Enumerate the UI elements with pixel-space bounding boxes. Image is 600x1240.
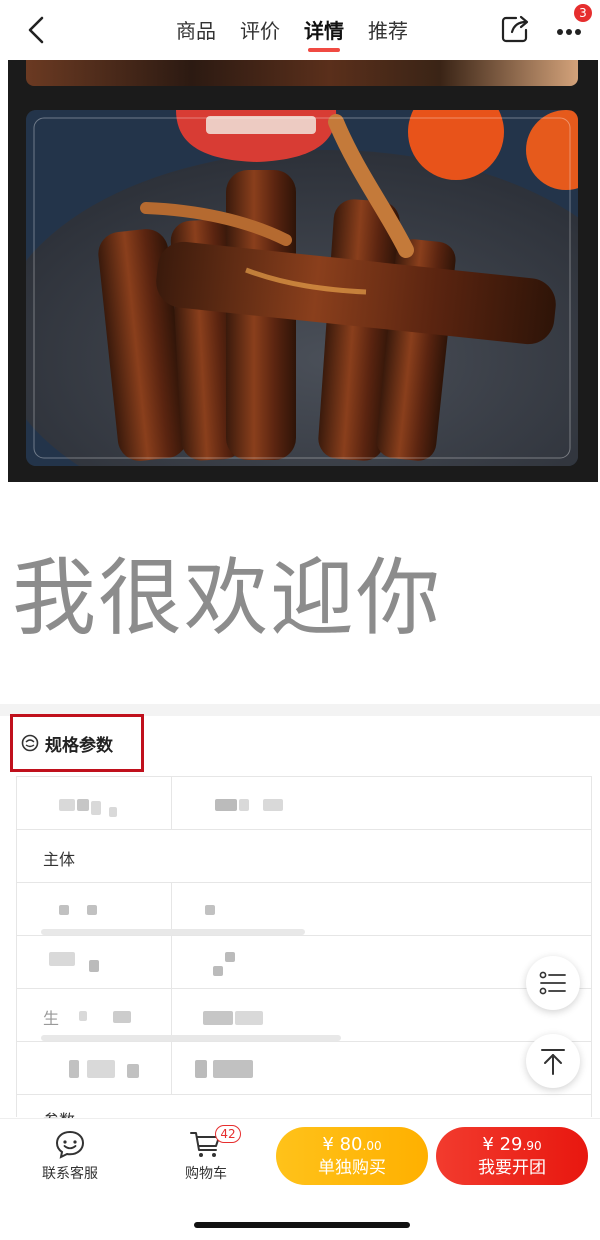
previous-image-edge — [26, 60, 578, 86]
tab-product[interactable]: 商品 — [176, 15, 216, 50]
share-icon — [501, 15, 529, 43]
spec-section-title: 规格参数 — [45, 735, 113, 756]
cart-count-badge: 42 — [215, 1125, 241, 1143]
buy-alone-button[interactable]: ¥ 80.00 单独购买 — [276, 1127, 428, 1185]
tab-recommend[interactable]: 推荐 — [368, 15, 408, 50]
product-detail-image — [8, 60, 598, 482]
spec-icon — [21, 734, 39, 752]
notification-badge: 3 — [574, 4, 592, 22]
start-group-button[interactable]: ¥ 29.90 我要开团 — [436, 1127, 588, 1185]
spec-table: 主体 生 参数 — [16, 776, 592, 1130]
beef-jerky-photo — [26, 110, 578, 466]
back-to-top-button[interactable] — [526, 1034, 580, 1088]
cart-button[interactable]: 42 购物车 — [178, 1125, 241, 1183]
greeting-text: 我很欢迎你 — [12, 549, 443, 647]
bottom-action-bar: 联系客服 42 购物车 ¥ 80.00 单独购买 ¥ 29.90 我要开团 — [0, 1118, 600, 1195]
group-label: 我要开团 — [478, 1157, 546, 1178]
home-indicator — [194, 1222, 410, 1228]
catalog-button[interactable] — [526, 956, 580, 1010]
spec-label: 主体 — [43, 850, 76, 869]
chat-smile-icon — [55, 1130, 85, 1159]
spec-row — [17, 935, 591, 988]
customer-service-button[interactable]: 联系客服 — [38, 1129, 102, 1183]
more-button[interactable]: 3 — [550, 4, 592, 46]
spec-row: 参数 — [17, 1094, 591, 1130]
customer-service-label: 联系客服 — [42, 1166, 98, 1182]
list-icon — [539, 971, 566, 995]
arrow-up-icon — [541, 1049, 565, 1075]
share-button[interactable] — [498, 12, 532, 46]
top-nav-bar: 商品 评价 详情 推荐 3 — [0, 0, 600, 60]
tab-bar: 商品 评价 详情 推荐 — [176, 12, 408, 52]
solo-price: ¥ 80.00 — [322, 1133, 382, 1155]
group-price: ¥ 29.90 — [482, 1133, 542, 1155]
chevron-left-icon — [28, 16, 44, 44]
spec-row: 主体 — [17, 829, 591, 882]
spec-row: 生 — [17, 988, 591, 1041]
back-button[interactable] — [20, 12, 56, 48]
jerky-illustration — [26, 110, 578, 466]
spec-row — [17, 776, 591, 829]
cart-label: 购物车 — [185, 1166, 227, 1182]
spec-section-header: 规格参数 — [10, 714, 144, 772]
spec-label: 生 — [43, 1009, 60, 1028]
tab-reviews[interactable]: 评价 — [240, 15, 280, 50]
tab-details[interactable]: 详情 — [304, 15, 344, 52]
spec-row — [17, 882, 591, 935]
solo-label: 单独购买 — [318, 1157, 386, 1178]
spec-row — [17, 1041, 591, 1094]
